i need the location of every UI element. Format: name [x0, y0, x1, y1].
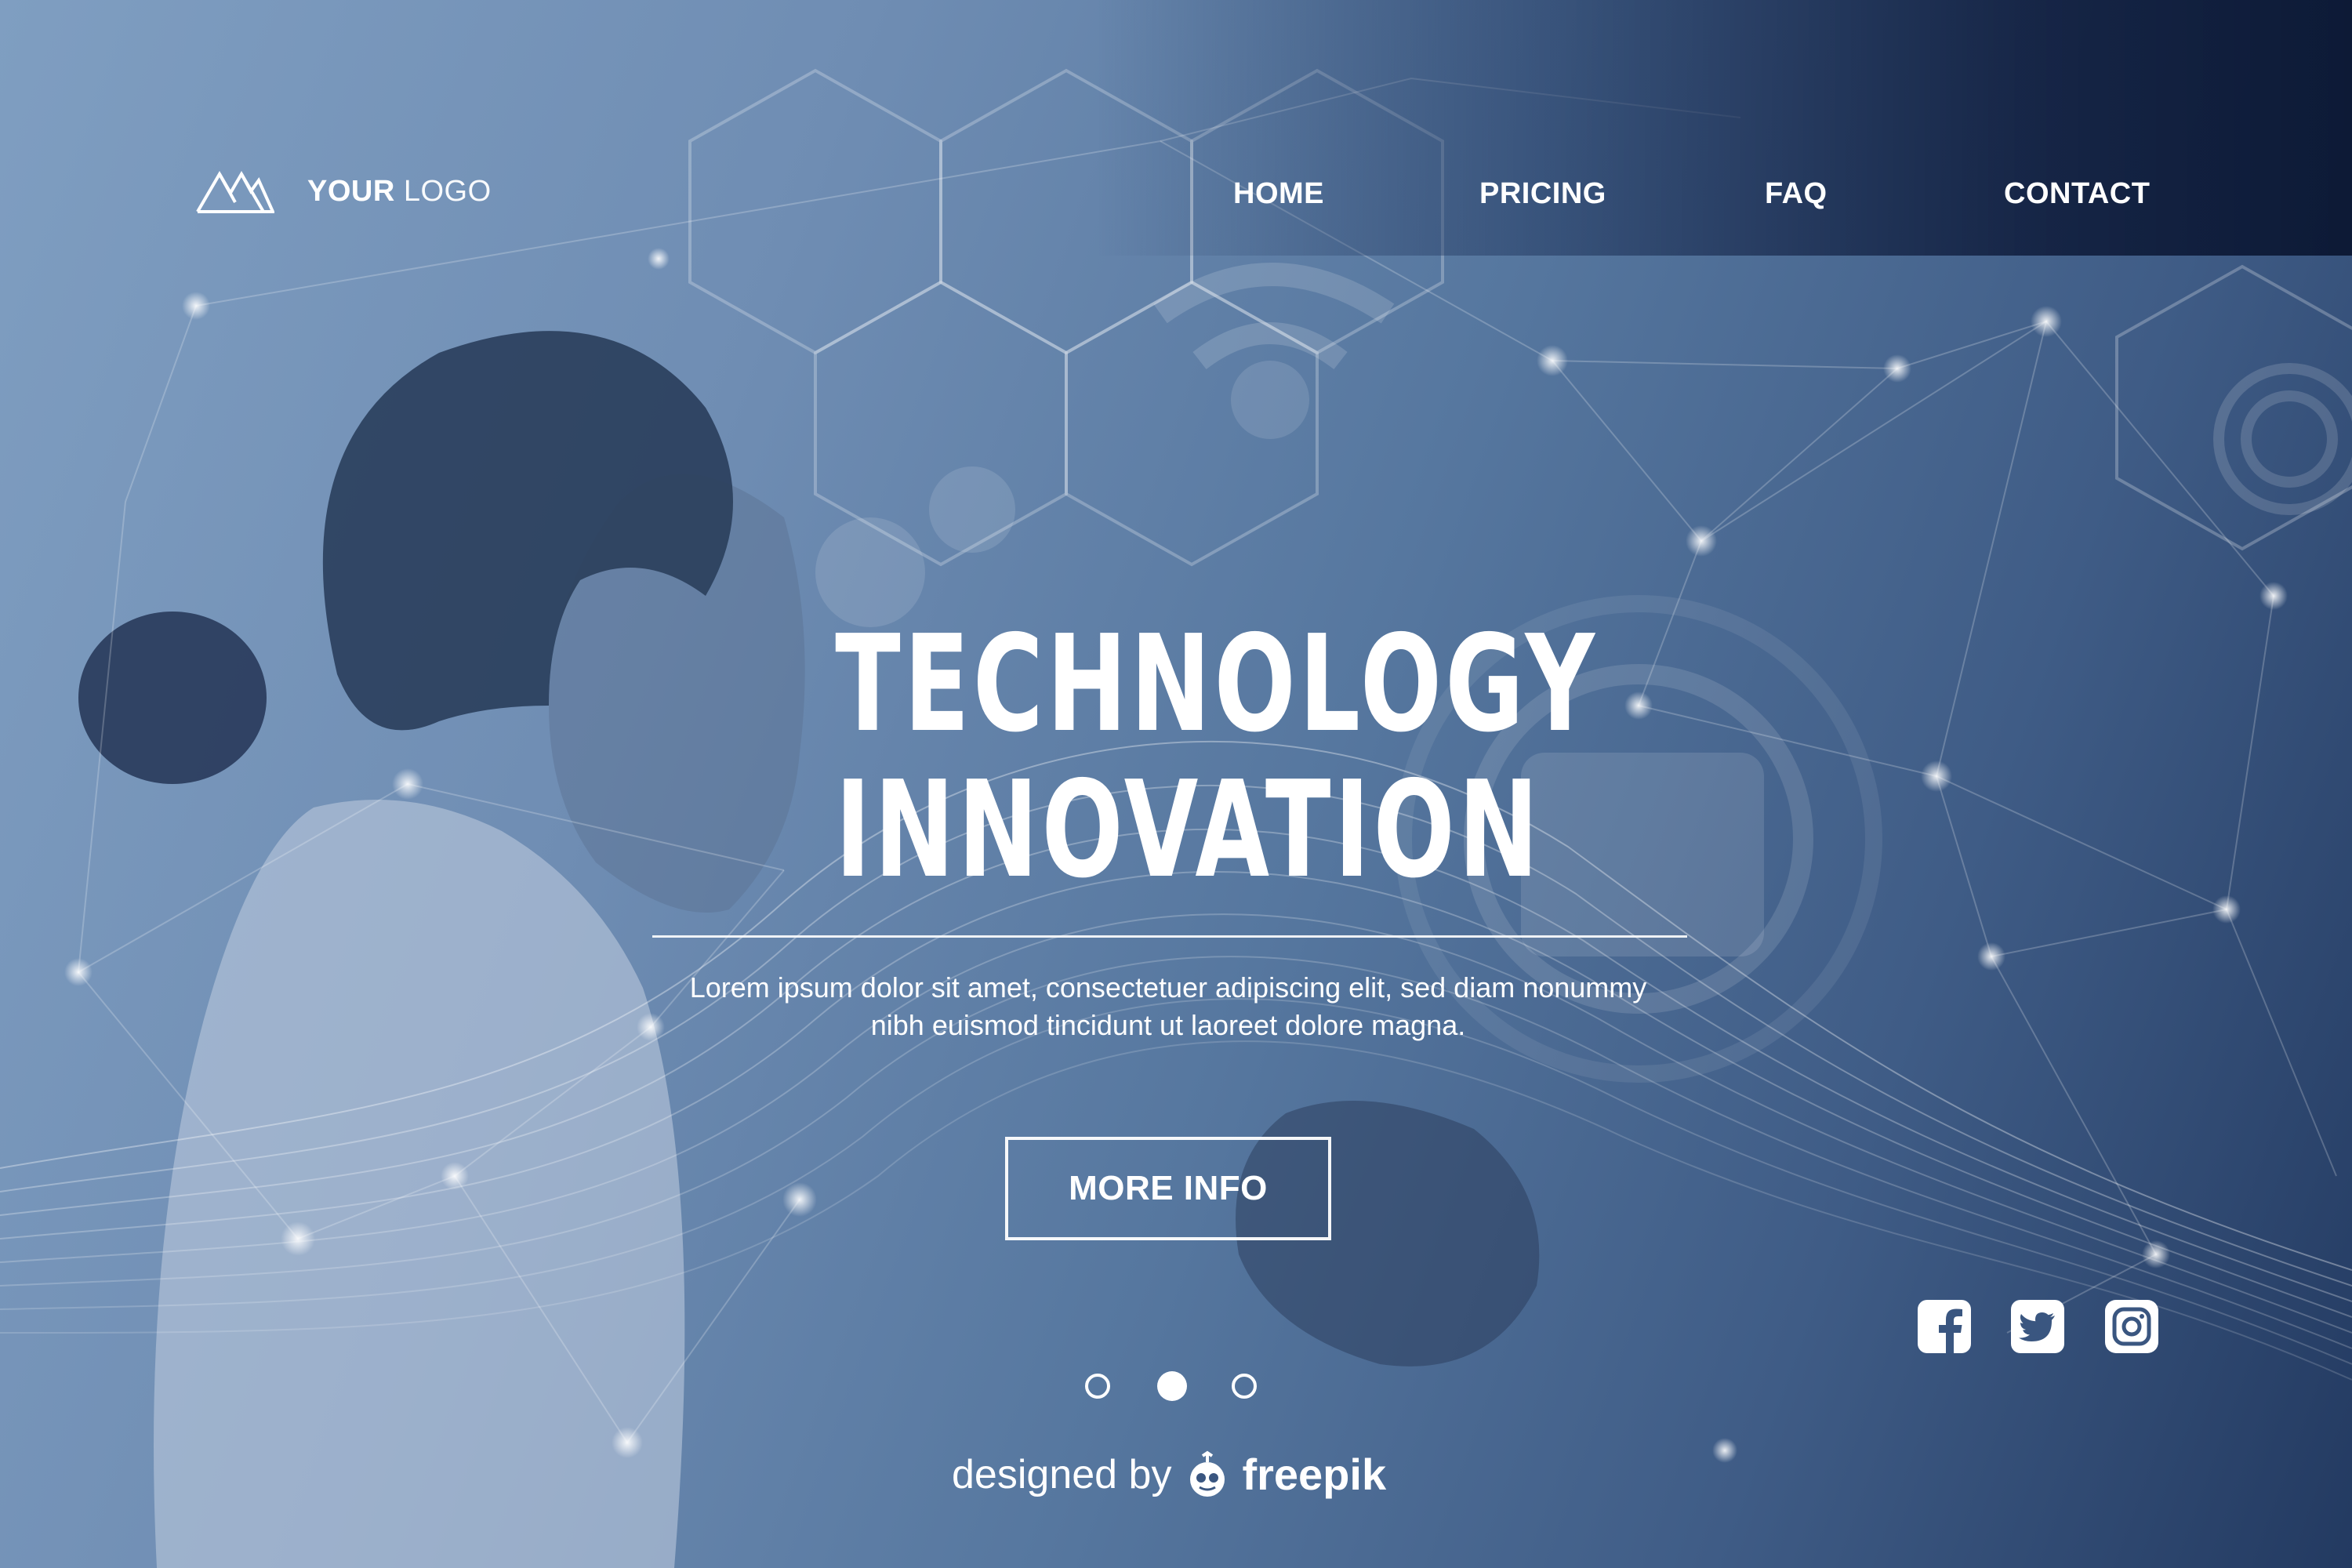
logo-text-light: LOGO: [403, 174, 492, 208]
credit-brand: freepik: [1242, 1450, 1387, 1499]
hero-title-line-1: TECHNOLOGY: [835, 607, 1599, 762]
person-silhouette: [78, 331, 1540, 1568]
header-band: [1098, 0, 2352, 256]
freepik-mascot-icon: [1190, 1450, 1225, 1497]
carousel-dot-3[interactable]: [1232, 1374, 1257, 1399]
twitter-icon[interactable]: [2011, 1300, 2064, 1353]
carousel-dot-2-active[interactable]: [1157, 1371, 1187, 1401]
mountains-icon: [196, 171, 274, 213]
logo-text: YOUR LOGO: [307, 175, 492, 209]
landing-page: YOUR LOGO HOME PRICING FAQ CONTACT TECHN…: [0, 0, 2352, 1568]
logo-text-bold: YOUR: [307, 174, 395, 208]
facebook-icon[interactable]: [1918, 1300, 1971, 1353]
hero-title: TECHNOLOGY INNOVATION: [835, 607, 1599, 908]
instagram-icon[interactable]: [2105, 1300, 2158, 1353]
credit-prefix: designed by: [952, 1451, 1172, 1497]
designer-credit[interactable]: designed by freepik: [952, 1449, 1386, 1500]
nav-home[interactable]: HOME: [1233, 177, 1324, 211]
nav-faq[interactable]: FAQ: [1765, 177, 1828, 211]
hero-subtitle-line-2: nibh euismod tincidunt ut laoreet dolore…: [870, 1009, 1466, 1041]
more-info-button[interactable]: MORE INFO: [1005, 1137, 1331, 1240]
carousel-dot-1[interactable]: [1085, 1374, 1110, 1399]
hero-divider: [652, 935, 1687, 938]
hero-subtitle: Lorem ipsum dolor sit amet, consectetuer…: [596, 969, 1740, 1044]
hero-title-line-2: INNOVATION: [835, 753, 1542, 908]
nav-contact[interactable]: CONTACT: [2004, 177, 2150, 211]
hero-subtitle-line-1: Lorem ipsum dolor sit amet, consectetuer…: [689, 971, 1647, 1004]
nav-pricing[interactable]: PRICING: [1479, 177, 1606, 211]
logo[interactable]: YOUR LOGO: [196, 168, 492, 215]
